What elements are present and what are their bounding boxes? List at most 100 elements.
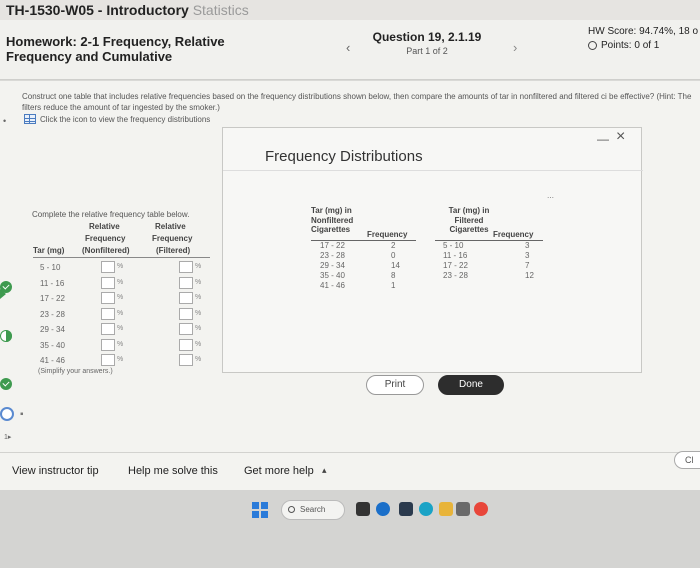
- view-instructor-tip-link[interactable]: View instructor tip: [12, 465, 99, 477]
- help-me-solve-link[interactable]: Help me solve this: [128, 465, 218, 477]
- nonfiltered-input[interactable]: [101, 307, 115, 320]
- frequency-distributions-modal: Frequency Distributions — × ⋯ Tar (mg) i…: [222, 127, 643, 395]
- header-nonfiltered: (Nonfiltered): [82, 246, 130, 255]
- browser-title-bar: TH-1530-W05 - Introductory Statistics: [0, 0, 700, 20]
- class-label: 5 - 10: [443, 241, 464, 250]
- score-block: HW Score: 94.74%, 18 o Points: 0 of 1: [588, 26, 700, 51]
- search-icon: [288, 506, 295, 513]
- nonfiltered-input[interactable]: [101, 338, 115, 351]
- table-row: 29 - 34 14: [311, 261, 419, 271]
- class-label: 41 - 46: [40, 356, 65, 365]
- class-label: 5 - 10: [40, 263, 61, 272]
- points-text: Points: 0 of 1: [601, 40, 660, 51]
- windows-start-icon[interactable]: [252, 502, 268, 518]
- table-row: 35 - 40 % %: [33, 338, 213, 354]
- frequency-value: 2: [391, 241, 396, 250]
- table-row: 23 - 28 % %: [33, 307, 213, 323]
- percent-sign: %: [117, 340, 124, 348]
- table-rows: 5 - 10 % % 11 - 16 % % 17 - 22 % % 23 - …: [33, 260, 213, 369]
- table-row: 17 - 22 2: [311, 241, 419, 251]
- class-label: 29 - 34: [40, 325, 65, 334]
- percent-sign: %: [117, 294, 124, 301]
- bullet-icon: •: [3, 116, 7, 126]
- question-footer: View instructor tip Help me solve this G…: [0, 451, 700, 488]
- get-more-help-link[interactable]: Get more help: [244, 465, 314, 477]
- frequency-header: Frequency: [367, 230, 408, 239]
- header-filtered: (Filtered): [156, 246, 191, 255]
- frequency-value: 12: [525, 271, 534, 280]
- nonfiltered-input[interactable]: [101, 261, 115, 273]
- header-tar: Tar (mg): [33, 246, 65, 255]
- filtered-input[interactable]: [179, 292, 193, 304]
- nonfiltered-input[interactable]: [101, 276, 115, 289]
- partial-question-icon[interactable]: [0, 289, 6, 299]
- hw-score: HW Score: 94.74%, 18 o: [588, 26, 699, 37]
- percent-sign: %: [195, 278, 202, 286]
- filtered-input[interactable]: [179, 338, 193, 351]
- close-icon[interactable]: ×: [616, 128, 625, 146]
- nonfiltered-input[interactable]: [101, 323, 115, 335]
- caption-line: Cigarettes: [449, 225, 489, 234]
- chrome-icon[interactable]: [474, 502, 488, 516]
- distribution-link[interactable]: Click the icon to view the frequency dis…: [24, 114, 210, 124]
- print-button[interactable]: Print: [366, 375, 424, 395]
- percent-sign: %: [117, 325, 124, 332]
- header-divider: [33, 257, 210, 258]
- app-icon[interactable]: [399, 502, 413, 516]
- chevron-up-icon[interactable]: ▴: [322, 465, 327, 476]
- frequency-value: 3: [525, 251, 530, 260]
- chevron-right-icon[interactable]: ›: [513, 40, 517, 55]
- clear-all-button[interactable]: Cl: [674, 451, 700, 469]
- class-label: 35 - 40: [320, 271, 345, 280]
- dash-icon: ▪: [20, 409, 24, 420]
- class-label: 11 - 16: [443, 251, 468, 260]
- nonfiltered-input[interactable]: [101, 354, 115, 366]
- chevron-left-icon[interactable]: ‹: [346, 40, 350, 55]
- percent-sign: %: [195, 356, 202, 363]
- percent-sign: %: [117, 278, 124, 286]
- question-info: Question 19, 2.1.19 Part 1 of 2: [362, 30, 492, 56]
- class-label: 17 - 22: [320, 241, 345, 250]
- current-question-icon[interactable]: [0, 407, 14, 421]
- question-instructions: Construct one table that includes relati…: [22, 92, 692, 112]
- nonfiltered-distribution: Tar (mg) in Nonfiltered Cigarettes Frequ…: [311, 206, 419, 291]
- file-explorer-icon[interactable]: [439, 502, 453, 516]
- filtered-input[interactable]: [179, 276, 193, 289]
- more-options-icon[interactable]: ⋯: [547, 194, 554, 202]
- filtered-input[interactable]: [179, 307, 193, 320]
- header-relative-filtered: Relative: [155, 222, 186, 231]
- simplify-note: (Simplify your answers.): [38, 368, 113, 375]
- filtered-input[interactable]: [179, 323, 193, 335]
- header-frequency-nonfiltered: Frequency: [85, 234, 126, 243]
- table-row: 5 - 10 3: [435, 241, 543, 251]
- filtered-input[interactable]: [179, 354, 193, 366]
- table-row: 41 - 46 % %: [33, 353, 213, 369]
- class-label: 35 - 40: [40, 340, 65, 350]
- partial-question-icon[interactable]: [0, 330, 12, 342]
- question-area: Construct one table that includes relati…: [0, 81, 700, 490]
- table-row: 17 - 22 7: [435, 261, 543, 271]
- points-line: Points: 0 of 1: [588, 40, 700, 51]
- store-icon[interactable]: [456, 502, 470, 516]
- completed-question-icon[interactable]: [0, 378, 12, 390]
- frequency-value: 8: [391, 271, 396, 280]
- taskbar-search[interactable]: Search: [281, 500, 345, 520]
- filtered-distribution: Tar (mg) in Filtered Cigarettes Frequenc…: [435, 206, 543, 281]
- nonfiltered-caption: Tar (mg) in Nonfiltered Cigarettes: [311, 206, 353, 235]
- caption-line: Tar (mg) in: [448, 206, 490, 215]
- arrow-icon: 1▸: [4, 434, 12, 441]
- table-icon[interactable]: [24, 114, 36, 124]
- question-title: Question 19, 2.1.19: [372, 30, 482, 44]
- frequency-value: 14: [391, 261, 400, 270]
- class-label: 23 - 28: [443, 271, 468, 280]
- percent-sign: %: [195, 309, 202, 317]
- nonfiltered-input[interactable]: [101, 292, 115, 304]
- task-view-icon[interactable]: [356, 502, 370, 516]
- class-label: 23 - 28: [40, 309, 65, 319]
- filtered-input[interactable]: [179, 261, 193, 273]
- chat-app-icon[interactable]: [376, 502, 390, 516]
- minimize-icon[interactable]: —: [597, 132, 609, 146]
- done-button[interactable]: Done: [438, 375, 504, 395]
- browser-title: TH-1530-W05 - Introductory: [6, 2, 189, 18]
- edge-browser-icon[interactable]: [419, 502, 433, 516]
